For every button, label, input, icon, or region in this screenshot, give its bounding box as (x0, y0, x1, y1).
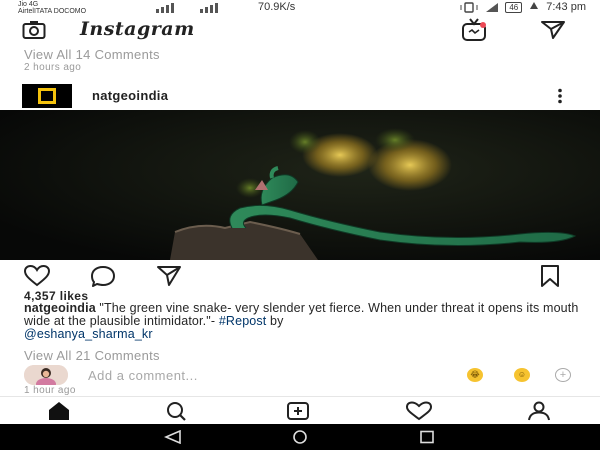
network-speed: 70.9K/s (258, 1, 296, 13)
app-header: Instagram (0, 14, 600, 46)
add-comment-row: Add a comment... 😂 ☺ + (0, 363, 600, 387)
caption-username[interactable]: natgeoindia (24, 301, 96, 315)
direct-message-icon[interactable] (540, 20, 566, 40)
comment-icon[interactable] (90, 265, 116, 287)
post-photo[interactable] (0, 110, 600, 260)
alarm-icon (530, 2, 539, 9)
post-actions (0, 262, 600, 288)
home-button-icon[interactable] (285, 430, 315, 444)
clock: 7:43 pm (546, 1, 586, 13)
app-logo: Instagram (80, 18, 195, 40)
user-avatar (24, 365, 68, 385)
post-header: natgeoindia (0, 82, 600, 110)
carrier-1: Jio 4G (18, 1, 39, 8)
status-right: 46 7:43 pm (459, 1, 586, 13)
battery-icon: 46 (505, 1, 523, 13)
new-post-icon[interactable] (283, 401, 313, 421)
bookmark-icon[interactable] (540, 264, 560, 288)
recents-icon[interactable] (412, 430, 442, 444)
view-all-comments[interactable]: View All 21 Comments (24, 348, 160, 363)
user-avatar-image (24, 365, 68, 385)
status-bar: Jio 4G AirtelITATA DOCOMO 70.9K/s 46 7:4… (0, 0, 600, 15)
system-navigation-bar (0, 424, 600, 450)
signal-icon (156, 3, 174, 13)
activity-heart-icon[interactable] (404, 401, 434, 421)
signal-bars-icon (486, 2, 499, 12)
home-icon[interactable] (44, 401, 74, 421)
caption-text: "The green vine snake- very slender yet … (24, 301, 579, 328)
more-options-icon[interactable] (557, 88, 563, 104)
like-heart-icon[interactable] (24, 265, 50, 287)
bottom-navigation (0, 396, 600, 424)
carrier-info: Jio 4G AirtelITATA DOCOMO (18, 1, 86, 15)
signal-icon-2 (200, 3, 218, 13)
smiling-emoji-icon[interactable]: ☺ (514, 368, 530, 382)
previous-post-view-comments[interactable]: View All 14 Comments (24, 47, 160, 62)
post-caption: natgeoindia "The green vine snake- very … (24, 302, 592, 341)
natgeo-logo-frame (38, 88, 56, 104)
search-icon[interactable] (162, 401, 192, 421)
previous-post-time: 2 hours ago (24, 62, 82, 73)
caption-hashtag[interactable]: #Repost (219, 314, 267, 328)
camera-icon[interactable] (22, 20, 46, 40)
caption-mention[interactable]: @eshanya_sharma_kr (24, 327, 153, 341)
comment-input[interactable]: Add a comment... (88, 368, 198, 383)
post-username[interactable]: natgeoindia (92, 88, 168, 103)
laughing-emoji-icon[interactable]: 😂 (467, 368, 483, 382)
vibrate-icon (460, 1, 478, 13)
igtv-icon[interactable] (461, 18, 487, 42)
add-emoji-icon[interactable]: + (555, 368, 571, 382)
back-icon[interactable] (158, 430, 188, 444)
post-time: 1 hour ago (24, 385, 76, 396)
share-icon[interactable] (156, 265, 182, 287)
profile-icon[interactable] (524, 401, 554, 421)
natgeo-avatar[interactable] (22, 84, 72, 108)
snake-photo-image (0, 110, 600, 260)
caption-by: by (266, 314, 284, 328)
